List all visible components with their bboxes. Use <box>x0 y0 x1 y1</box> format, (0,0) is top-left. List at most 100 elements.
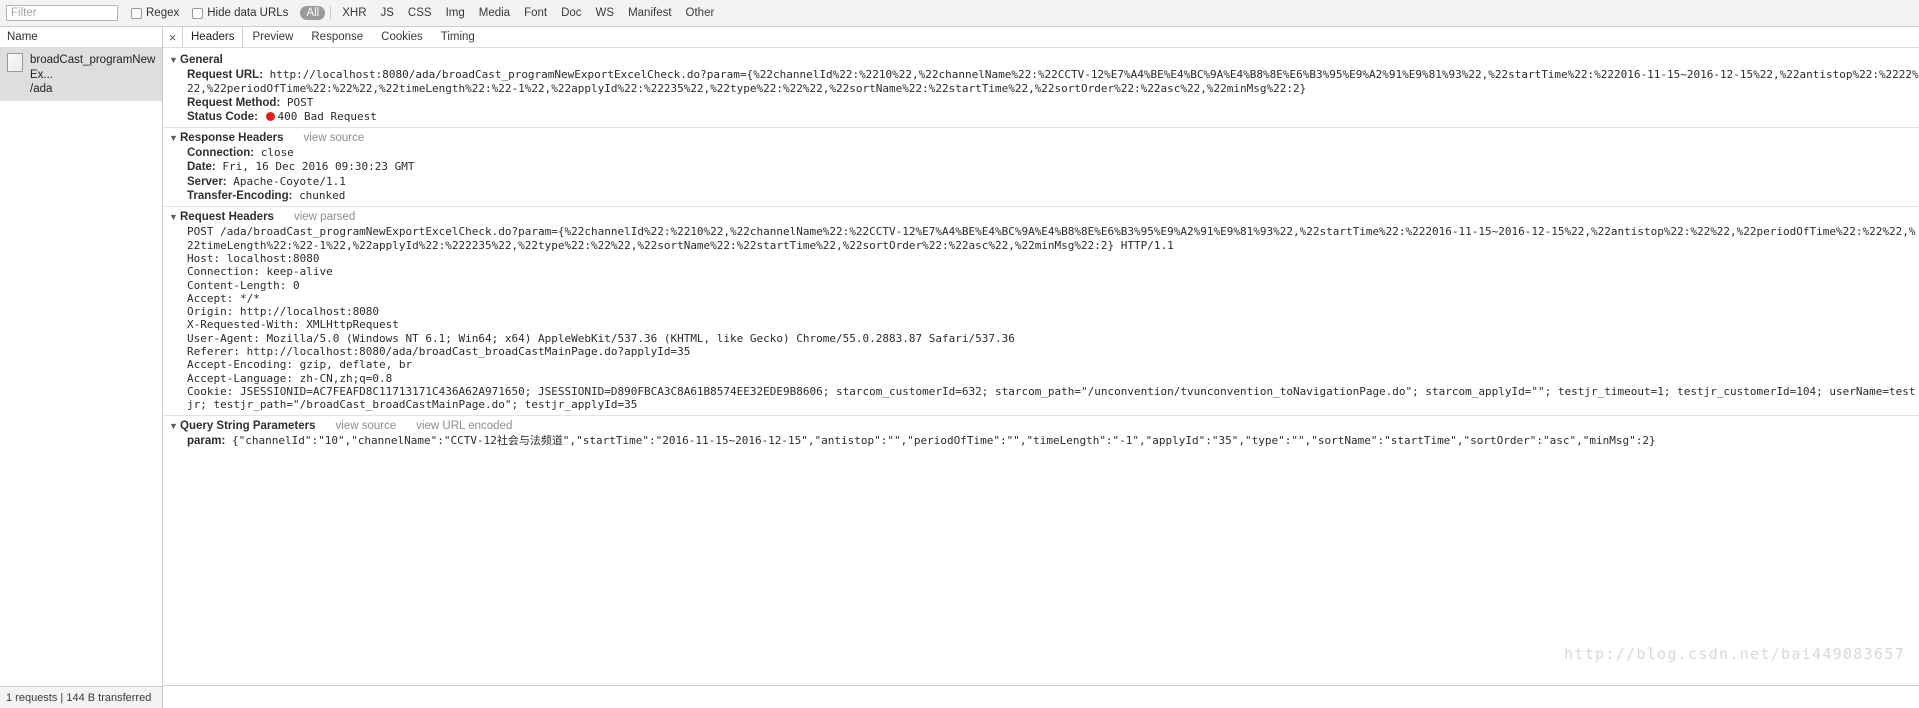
raw-header-line: X-Requested-With: XMLHttpRequest <box>187 318 399 332</box>
request-method-label: Request Method: <box>187 96 281 109</box>
type-filter-css[interactable]: CSS <box>402 6 438 20</box>
query-string-title: Query String Parameters <box>180 419 316 432</box>
header-value: close <box>260 146 294 160</box>
query-param-name: param: <box>187 434 226 447</box>
query-param-value: {"channelId":"10","channelName":"CCTV-12… <box>231 433 1656 447</box>
regex-checkbox[interactable]: Regex <box>131 7 179 19</box>
type-filter-ws[interactable]: WS <box>590 6 621 20</box>
tab-headers[interactable]: Headers <box>182 27 244 47</box>
request-headers-section-header[interactable]: ▼ Request Headers view parsed <box>169 210 1919 225</box>
type-filter-manifest[interactable]: Manifest <box>622 6 677 20</box>
raw-header-line: User-Agent: Mozilla/5.0 (Windows NT 6.1;… <box>187 331 1015 345</box>
hide-data-urls-checkbox[interactable]: Hide data URLs <box>192 7 288 19</box>
request-list: broadCast_programNewEx... /ada <box>0 48 162 686</box>
type-filter-media[interactable]: Media <box>473 6 516 20</box>
regex-label: Regex <box>146 7 180 19</box>
header-name: Date: <box>187 161 216 174</box>
resource-type-filters: All XHR JS CSS Img Media Font Doc WS Man… <box>300 6 722 20</box>
panel-split: Name broadCast_programNewEx... /ada 1 re… <box>0 27 1919 708</box>
type-filter-separator <box>330 6 332 20</box>
network-summary-bar: 1 requests | 144 B transferred <box>0 686 162 708</box>
request-view-parsed-link[interactable]: view parsed <box>294 211 355 223</box>
type-filter-xhr[interactable]: XHR <box>336 6 372 20</box>
type-filter-all[interactable]: All <box>300 6 326 20</box>
request-list-item[interactable]: broadCast_programNewEx... /ada <box>0 48 162 101</box>
devtools-network-panel: Regex Hide data URLs All XHR JS CSS Img … <box>0 0 1919 708</box>
request-url-label: Request URL: <box>187 69 264 81</box>
request-path: /ada <box>30 83 53 95</box>
type-filter-doc[interactable]: Doc <box>555 6 587 20</box>
header-name: Server: <box>187 175 227 188</box>
response-header-row: Transfer-Encoding: chunked <box>169 189 1919 203</box>
response-headers-section: ▼ Response Headers view source Connectio… <box>163 131 1919 203</box>
type-filter-js[interactable]: JS <box>375 6 400 20</box>
chevron-down-icon[interactable]: ▼ <box>169 133 179 143</box>
query-string-section-header[interactable]: ▼ Query String Parameters view source vi… <box>169 419 1919 434</box>
general-title: General <box>180 54 223 66</box>
status-code-value: 400 Bad Request <box>277 109 377 123</box>
general-request-method-row: Request Method: POST <box>169 96 1919 110</box>
response-headers-section-header[interactable]: ▼ Response Headers view source <box>169 131 1919 146</box>
section-divider-2 <box>163 206 1919 208</box>
watermark-text: http://blog.csdn.net/bai449083657 <box>1564 645 1905 663</box>
raw-header-line-cookie: Cookie: JSESSIONID=AC7FEAFD8C11713171C43… <box>187 384 1916 412</box>
raw-header-line: Accept-Language: zh-CN,zh;q=0.8 <box>187 371 393 385</box>
requests-pane: Name broadCast_programNewEx... /ada 1 re… <box>0 27 163 708</box>
tab-response[interactable]: Response <box>302 27 372 47</box>
section-divider-3 <box>163 414 1919 416</box>
type-filter-font[interactable]: Font <box>518 6 553 20</box>
type-filter-other[interactable]: Other <box>680 6 721 20</box>
request-headers-section: ▼ Request Headers view parsed POST /ada/… <box>163 210 1919 411</box>
raw-header-line: Referer: http://localhost:8080/ada/broad… <box>187 345 691 359</box>
header-value: chunked <box>299 189 346 203</box>
header-value: Apache-Coyote/1.1 <box>233 174 346 188</box>
general-status-code-row: Status Code: 400 Bad Request <box>169 110 1919 124</box>
document-icon <box>7 53 23 72</box>
column-header-name[interactable]: Name <box>0 27 162 48</box>
hide-data-urls-label: Hide data URLs <box>207 7 289 19</box>
checkbox-box-hide-data-urls[interactable] <box>192 7 204 19</box>
status-error-dot-icon <box>265 111 275 121</box>
raw-header-line: Connection: keep-alive <box>187 265 333 279</box>
tab-preview[interactable]: Preview <box>243 27 302 47</box>
request-name: broadCast_programNewEx... <box>30 54 156 81</box>
raw-header-line: Host: localhost:8080 <box>187 251 320 265</box>
general-section: ▼ General Request URL: http://localhost:… <box>163 53 1919 124</box>
general-section-header[interactable]: ▼ General <box>169 53 1919 68</box>
header-name: Transfer-Encoding: <box>187 190 293 203</box>
response-header-row: Connection: close <box>169 146 1919 160</box>
query-param-row: param: {"channelId":"10","channelName":"… <box>169 434 1919 448</box>
details-pane: × Headers Preview Response Cookies Timin… <box>163 27 1919 708</box>
close-icon[interactable]: × <box>163 27 182 47</box>
raw-header-line: Accept: */* <box>187 291 260 305</box>
type-filter-img[interactable]: Img <box>440 6 471 20</box>
raw-request-line: POST /ada/broadCast_programNewExportExce… <box>187 225 1916 252</box>
raw-header-line: Content-Length: 0 <box>187 278 300 292</box>
details-tabbar: × Headers Preview Response Cookies Timin… <box>163 27 1919 48</box>
request-url-value: http://localhost:8080/ada/broadCast_prog… <box>187 68 1919 96</box>
headers-content: ▼ General Request URL: http://localhost:… <box>163 48 1919 685</box>
chevron-down-icon[interactable]: ▼ <box>169 55 179 65</box>
header-name: Connection: <box>187 147 255 160</box>
checkbox-box-regex[interactable] <box>131 7 142 19</box>
header-value: Fri, 16 Dec 2016 09:30:23 GMT <box>222 160 415 174</box>
request-method-value: POST <box>286 95 314 109</box>
chevron-down-icon[interactable]: ▼ <box>169 212 179 222</box>
response-header-row: Server: Apache-Coyote/1.1 <box>169 175 1919 189</box>
request-headers-title: Request Headers <box>180 211 274 224</box>
filter-input[interactable] <box>6 5 118 21</box>
general-request-url-row: Request URL: http://localhost:8080/ada/b… <box>169 68 1919 96</box>
tab-cookies[interactable]: Cookies <box>372 27 432 47</box>
response-view-source-link[interactable]: view source <box>304 132 365 144</box>
response-header-row: Date: Fri, 16 Dec 2016 09:30:23 GMT <box>169 160 1919 174</box>
network-filter-toolbar: Regex Hide data URLs All XHR JS CSS Img … <box>0 0 1919 27</box>
raw-header-line: Accept-Encoding: gzip, deflate, br <box>187 358 413 372</box>
details-bottom-strip <box>163 685 1919 708</box>
query-string-section: ▼ Query String Parameters view source vi… <box>163 419 1919 448</box>
chevron-down-icon[interactable]: ▼ <box>169 421 179 431</box>
qsp-view-url-encoded-link[interactable]: view URL encoded <box>416 420 512 432</box>
tab-timing[interactable]: Timing <box>432 27 484 47</box>
qsp-view-source-link[interactable]: view source <box>336 420 397 432</box>
raw-header-line: Origin: http://localhost:8080 <box>187 305 380 319</box>
section-divider-1 <box>163 127 1919 129</box>
